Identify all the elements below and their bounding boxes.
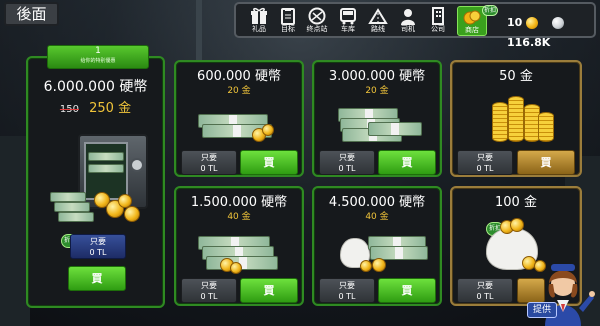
featured-offer-card: 6.000.000 硬幣 150 250 金 折扣 只要 0 TL 買 [26, 56, 165, 308]
old-price: 150 [59, 104, 79, 115]
clipboard-icon [281, 8, 295, 25]
free-value: 0 TL [338, 164, 356, 173]
free-label: 只要 [90, 237, 106, 246]
offer-title: 3.000.000 硬幣 [328, 69, 426, 84]
gold-amount: 10 [507, 16, 523, 29]
free-button[interactable]: 只要 0 TL [319, 278, 375, 303]
nav-company[interactable]: 公司 [424, 6, 452, 38]
free-button[interactable]: 只要 0 TL [319, 150, 375, 175]
free-button[interactable]: 只要 0 TL [457, 150, 513, 175]
offer-title: 4.500.000 硬幣 [328, 195, 426, 210]
money-sack-image [340, 226, 430, 274]
buy-button[interactable]: 買 [378, 150, 436, 175]
buy-button[interactable]: 買 [240, 150, 298, 175]
ribbon-text: 给你的特别優惠 [80, 58, 116, 64]
sale-badge: 折扣 [482, 5, 498, 16]
offer-title: 100 金 [495, 195, 537, 210]
offer-title: 600.000 硬幣 [197, 69, 281, 84]
offer-title: 1.500.000 硬幣 [190, 195, 288, 210]
free-button[interactable]: 只要 0 TL [181, 150, 237, 175]
wallet: 10 116.8K [507, 13, 598, 49]
nav-goals[interactable]: 目标 [274, 6, 302, 38]
safe-illustration [50, 134, 154, 226]
free-button[interactable]: 只要 0 TL [457, 278, 513, 303]
nav-gifts[interactable]: 礼品 [245, 6, 273, 38]
free-value: 0 TL [338, 292, 356, 301]
free-label: 只要 [477, 281, 493, 290]
bus-icon [340, 8, 356, 25]
offer-gold: 40 金 [227, 212, 251, 222]
top-nav-bar: 礼品 目标 终点站 车库 路线 司机 公司 商店 折扣 10 116.8K [234, 2, 598, 49]
back-button[interactable]: 後面 [4, 2, 59, 26]
nav-label: 目标 [281, 25, 295, 33]
nav-label: 礼品 [252, 25, 266, 33]
featured-free-button[interactable]: 只要 0 TL [70, 234, 126, 259]
money-stack-image [198, 228, 288, 274]
new-price: 250 金 [89, 101, 132, 116]
featured-title: 6.000.000 硬幣 [43, 79, 148, 95]
gold-coin-icon [526, 17, 539, 29]
nav-label: 司机 [401, 25, 415, 33]
help-offer-label[interactable]: 提供 [527, 302, 557, 318]
nav-label: 商店 [465, 26, 479, 34]
offer-gold: 20 金 [365, 86, 389, 96]
featured-price: 150 250 金 [28, 101, 163, 117]
money-stack-image [198, 104, 288, 144]
free-label: 只要 [201, 153, 217, 162]
offer-title: 50 金 [499, 69, 533, 84]
offer-card: 4.500.000 硬幣 40 金 只要 0 TL 買 [312, 186, 442, 306]
free-label: 只要 [339, 281, 355, 290]
free-button[interactable]: 只要 0 TL [181, 278, 237, 303]
offer-card: 600.000 硬幣 20 金 只要 0 TL 買 [174, 60, 304, 177]
money-stack-image [338, 102, 428, 146]
buy-button[interactable]: 買 [517, 150, 575, 175]
free-value: 0 TL [89, 248, 107, 257]
nav-label: 车库 [341, 25, 355, 33]
building-icon [432, 7, 444, 25]
free-label: 只要 [477, 153, 493, 162]
route-icon [368, 8, 388, 24]
gift-icon [251, 7, 267, 24]
featured-buy-button[interactable]: 買 [68, 266, 126, 291]
nav-drivers[interactable]: 司机 [394, 6, 422, 38]
money-coin-icon [551, 17, 564, 29]
nav-label: 路线 [371, 25, 385, 33]
money-amount: 116.8K [507, 36, 551, 49]
nav-garage[interactable]: 车库 [334, 6, 362, 38]
free-value: 0 TL [200, 164, 218, 173]
gold-coin-stacks-image [492, 92, 554, 144]
ribbon-number: 1 [95, 46, 101, 56]
nav-label: 公司 [431, 25, 445, 33]
offer-gold: 40 金 [365, 212, 389, 222]
nav-label: 终点站 [306, 25, 328, 33]
offer-gold: 20 金 [227, 86, 251, 96]
special-offer-ribbon: 1 给你的特别優惠 [47, 45, 149, 69]
offer-card-gold: 50 金 只要 0 TL 買 [450, 60, 582, 177]
free-value: 0 TL [476, 292, 494, 301]
driver-icon [401, 9, 415, 25]
free-label: 只要 [339, 153, 355, 162]
offer-card: 1.500.000 硬幣 40 金 只要 0 TL 買 [174, 186, 304, 306]
offer-card: 3.000.000 硬幣 20 金 只要 0 TL 買 [312, 60, 442, 177]
buy-button[interactable]: 買 [378, 278, 436, 303]
nav-routes[interactable]: 路线 [364, 6, 392, 38]
free-label: 只要 [201, 281, 217, 290]
free-value: 0 TL [200, 292, 218, 301]
terminal-icon [308, 7, 326, 25]
buy-button[interactable]: 買 [240, 278, 298, 303]
shop-coins-icon [463, 10, 481, 25]
nav-terminal[interactable]: 终点站 [303, 6, 331, 38]
free-value: 0 TL [476, 164, 494, 173]
